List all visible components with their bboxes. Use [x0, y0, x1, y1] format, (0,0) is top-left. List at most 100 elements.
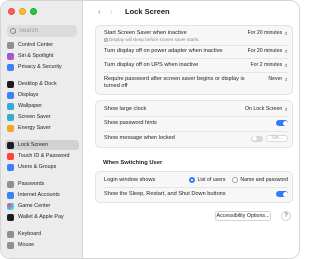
sidebar-item-displays[interactable]: Displays	[5, 90, 79, 100]
chevron-updown-icon: ⇕	[284, 106, 288, 112]
sidebar-item-control-center[interactable]: Control Center	[5, 40, 79, 50]
settings-window: Control Center Siri & Spotlight Privacy …	[0, 0, 300, 259]
message-locked-toggle[interactable]	[251, 135, 264, 142]
large-clock-value: On Lock Screen	[245, 106, 283, 112]
login-window-radio-group: List of users Name and password	[189, 177, 288, 183]
screen-saver-note-text: Display will sleep before screen saver s…	[109, 37, 200, 42]
sidebar-item-privacy-security[interactable]: Privacy & Security	[5, 62, 79, 72]
window-controls	[8, 8, 37, 15]
sidebar: Control Center Siri & Spotlight Privacy …	[1, 1, 83, 258]
search-input[interactable]	[19, 26, 77, 36]
display-off-ups-value: For 2 minutes	[250, 62, 283, 68]
screen-saver-popup[interactable]: For 20 minutes ⇕	[248, 30, 288, 36]
radio-name-and-password[interactable]: Name and password	[232, 177, 288, 183]
wallpaper-icon	[7, 102, 14, 110]
sidebar-item-label: Control Center	[18, 42, 54, 48]
require-password-row: Require password after screen saver begi…	[104, 76, 288, 90]
sidebar-item-users-groups[interactable]: Users & Groups	[5, 162, 79, 172]
message-locked-label: Show message when locked	[104, 135, 175, 141]
close-window-button[interactable]	[8, 8, 15, 15]
sidebar-item-label: Passwords	[18, 181, 45, 187]
sidebar-item-label: Energy Saver	[18, 125, 51, 131]
sidebar-item-label: Wallet & Apple Pay	[18, 214, 64, 220]
back-button[interactable]: ‹	[98, 8, 101, 16]
sidebar-item-screen-saver[interactable]: Screen Saver	[5, 112, 79, 122]
control-center-icon	[7, 41, 14, 49]
sidebar-item-game-center[interactable]: Game Center	[5, 201, 79, 211]
sidebar-item-passwords[interactable]: Passwords	[5, 179, 79, 189]
screen-saver-text: Start Screen Saver when inactive Display…	[104, 30, 200, 43]
sidebar-item-label: Screen Saver	[18, 114, 51, 120]
sidebar-item-desktop-dock[interactable]: Desktop & Dock	[5, 79, 79, 89]
sidebar-item-label: Internet Accounts	[18, 192, 60, 198]
divider	[104, 116, 288, 117]
sidebar-item-mouse[interactable]: Mouse	[5, 240, 79, 250]
sidebar-item-wallpaper[interactable]: Wallpaper	[5, 101, 79, 111]
sidebar-item-internet-accounts[interactable]: Internet Accounts	[5, 190, 79, 200]
game-center-icon	[7, 202, 14, 210]
toggle-knob	[251, 136, 257, 141]
divider	[104, 187, 288, 188]
help-button[interactable]: ?	[281, 211, 291, 221]
battery-icon	[7, 124, 14, 132]
password-hints-toggle[interactable]	[276, 120, 288, 126]
sidebar-item-label: Touch ID & Password	[18, 153, 70, 159]
sidebar-item-label: Lock Screen	[18, 142, 48, 148]
require-password-label: Require password after screen saver begi…	[104, 76, 245, 89]
sidebar-item-siri-spotlight[interactable]: Siri & Spotlight	[5, 51, 79, 61]
display-off-ups-popup[interactable]: For 2 minutes ⇕	[251, 62, 289, 68]
sidebar-item-keyboard[interactable]: Keyboard	[5, 229, 79, 239]
require-password-value: Never	[268, 76, 283, 82]
radio-list-of-users-label: List of users	[197, 177, 226, 183]
display-off-adapter-row: Turn display off on power adapter when i…	[104, 48, 288, 55]
display-off-adapter-popup[interactable]: For 20 minutes ⇕	[248, 48, 288, 54]
sidebar-item-touch-id[interactable]: Touch ID & Password	[5, 151, 79, 161]
screen-saver-icon	[7, 113, 14, 121]
screen-saver-row: Start Screen Saver when inactive Display…	[104, 30, 288, 43]
divider	[104, 45, 288, 46]
screen-saver-label: Start Screen Saver when inactive	[104, 30, 187, 36]
hand-privacy-icon	[7, 63, 14, 71]
sidebar-search[interactable]	[7, 25, 77, 37]
radio-list-of-users[interactable]: List of users	[189, 177, 225, 183]
screen-saver-value: For 20 minutes	[247, 30, 283, 36]
search-icon	[10, 28, 16, 34]
sidebar-item-label: Wallpaper	[18, 103, 43, 109]
password-hints-row: Show password hints	[104, 120, 288, 127]
sidebar-item-label: Users & Groups	[18, 164, 57, 170]
forward-button[interactable]: ›	[110, 8, 113, 16]
main-pane: ‹ › Lock Screen Start Screen Saver when …	[83, 1, 299, 258]
large-clock-popup[interactable]: On Lock Screen ⇕	[245, 106, 288, 112]
display-off-ups-label: Turn display off on UPS when inactive	[104, 62, 199, 68]
display-off-ups-row: Turn display off on UPS when inactive Fo…	[104, 62, 288, 69]
siri-icon	[7, 52, 14, 60]
radio-button-unchecked	[232, 177, 239, 183]
divider	[104, 72, 288, 73]
minimize-window-button[interactable]	[19, 8, 26, 15]
accessibility-options-button[interactable]: Accessibility Options...	[215, 211, 271, 221]
toggle-knob	[282, 120, 288, 126]
toggle-knob	[282, 191, 288, 197]
message-locked-row: Show message when locked Set...	[104, 135, 288, 142]
sidebar-item-wallet[interactable]: Wallet & Apple Pay	[5, 212, 79, 222]
fingerprint-icon	[7, 152, 14, 160]
login-window-label: Login window shows	[104, 177, 156, 183]
sidebar-item-energy-saver[interactable]: Energy Saver	[5, 123, 79, 133]
at-sign-icon	[7, 191, 14, 199]
divider	[104, 131, 288, 132]
dock-icon	[7, 80, 14, 88]
zoom-window-button[interactable]	[30, 8, 37, 15]
info-icon	[104, 37, 108, 42]
sleep-restart-toggle[interactable]	[276, 191, 288, 197]
mouse-icon	[7, 241, 14, 249]
sidebar-item-label: Game Center	[18, 203, 51, 209]
keyboard-icon	[7, 230, 14, 238]
large-clock-row: Show large clock On Lock Screen ⇕	[104, 106, 288, 113]
sidebar-item-label: Keyboard	[18, 231, 42, 237]
set-message-button[interactable]: Set...	[266, 135, 288, 142]
display-settings-panel: Show large clock On Lock Screen ⇕ Show pa…	[95, 100, 293, 148]
require-password-popup[interactable]: Never ⇕	[268, 76, 288, 82]
sidebar-item-lock-screen[interactable]: Lock Screen	[5, 140, 79, 150]
switching-user-panel: Login window shows List of users Name an…	[95, 171, 293, 203]
sidebar-item-label: Desktop & Dock	[18, 81, 57, 87]
